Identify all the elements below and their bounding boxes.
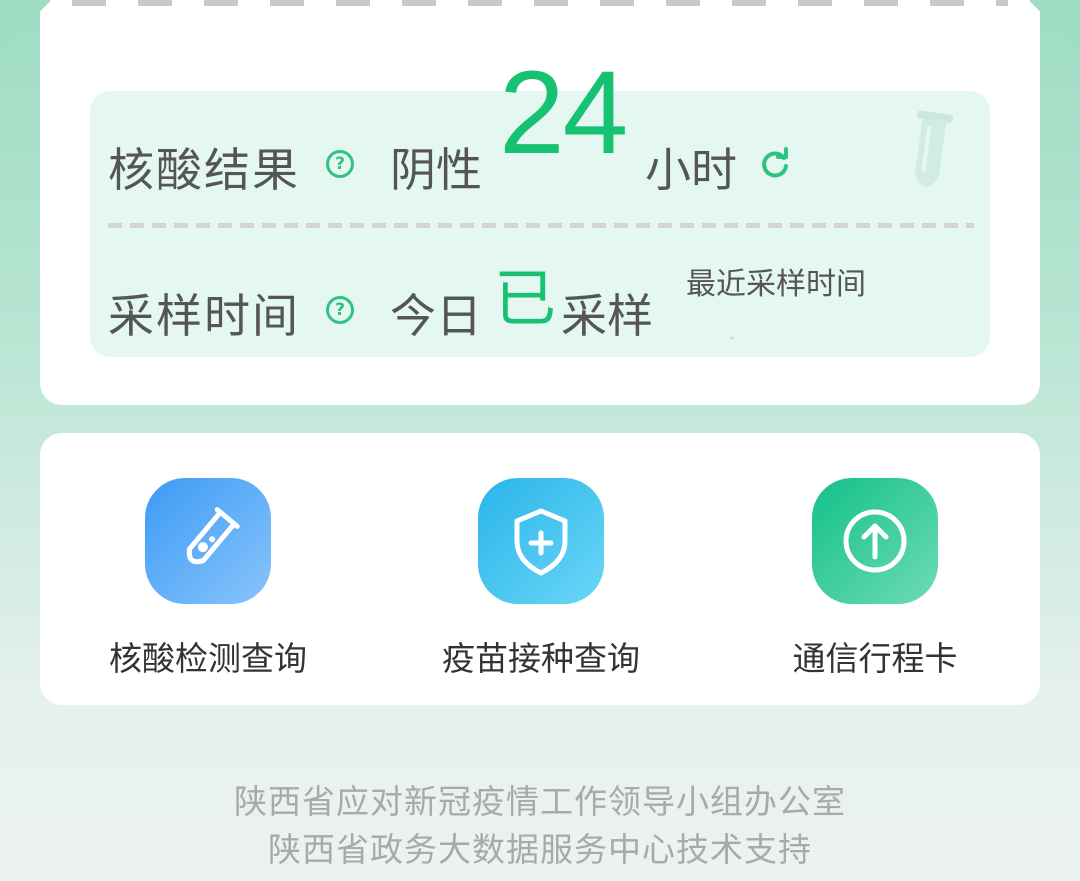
recent-sampling-time-value (707, 336, 767, 340)
footer-organization: 陕西省应对新冠疫情工作领导小组办公室 (234, 782, 846, 821)
hours-number: 24 (499, 47, 628, 179)
shield-plus-icon[interactable] (478, 478, 604, 604)
test-tube-icon[interactable] (145, 478, 271, 604)
service-travel-card[interactable]: 通信行程卡 (755, 478, 995, 680)
service-label: 疫苗接种查询 (442, 639, 640, 678)
service-label: 核酸检测查询 (109, 639, 307, 678)
recent-sampling-time-label: 最近采样时间 (686, 267, 866, 302)
hours-unit: 小时 (645, 143, 737, 197)
arrow-up-circle-icon[interactable] (812, 478, 938, 604)
sampling-prefix: 今日 (390, 289, 482, 343)
test-tube-decoration-icon (898, 106, 958, 202)
panel-divider (108, 223, 974, 228)
sampling-label: 采样时间 (108, 289, 300, 343)
footer-tech-support: 陕西省政务大数据服务中心技术支持 (268, 830, 812, 869)
sampling-highlight: 已 (494, 262, 557, 335)
sampling-suffix: 采样 (561, 289, 653, 343)
refresh-icon[interactable] (758, 147, 792, 185)
result-value: 阴性 (390, 143, 482, 197)
result-help-icon[interactable]: ? (326, 150, 354, 178)
ticket-dash-border (72, 0, 1008, 6)
service-label: 通信行程卡 (792, 639, 958, 678)
sampling-help-icon[interactable]: ? (326, 296, 354, 324)
service-nucleic-query[interactable]: 核酸检测查询 (88, 478, 328, 680)
service-vaccine-query[interactable]: 疫苗接种查询 (421, 478, 661, 680)
result-label: 核酸结果 (108, 143, 300, 197)
